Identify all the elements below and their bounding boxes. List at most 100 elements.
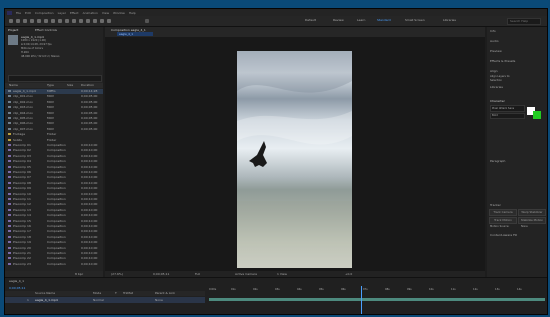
tab-project[interactable]: Project <box>8 27 18 33</box>
list-item[interactable]: Precomp 18 Composition 0;00;10;00 <box>5 235 103 240</box>
list-item[interactable]: Precomp 05 Composition 0;00;10;00 <box>5 165 103 170</box>
list-item[interactable]: Precomp 03 Composition 0;00;10;00 <box>5 154 103 159</box>
rotation-tool-icon[interactable] <box>37 19 41 23</box>
column-source-name[interactable]: Source Name <box>35 291 55 295</box>
list-item[interactable]: Precomp 07 Composition 0;00;10;00 <box>5 175 103 180</box>
font-style-dropdown[interactable]: Bold <box>490 113 525 119</box>
list-item[interactable]: Precomp 12 Composition 0;00;10;00 <box>5 202 103 207</box>
pan-behind-tool-icon[interactable] <box>51 19 55 23</box>
mask-tool-icon[interactable] <box>58 19 62 23</box>
resolution-dropdown[interactable]: Full <box>195 272 200 276</box>
list-item[interactable]: Precomp 19 Composition 0;00;10;00 <box>5 240 103 245</box>
list-item[interactable]: eagle_4_1.mp4 MPEG 0;00;14;28 <box>5 89 103 94</box>
content-aware-fill-section-title[interactable]: Content-Aware Fill <box>490 233 517 237</box>
column-mode[interactable]: Mode <box>93 291 101 295</box>
menu-layer[interactable]: Layer <box>58 11 66 15</box>
time-ruler[interactable]: 0:00s 01s 02s 03s 04s 05s 06s 07s 08s 09s 10s 11s 12… <box>209 288 545 293</box>
column-type[interactable]: Type <box>47 83 54 87</box>
views-dropdown[interactable]: 1 View <box>277 272 287 276</box>
camera-dropdown[interactable]: Active Camera <box>235 272 257 276</box>
pen-tool-icon[interactable] <box>65 19 69 23</box>
align-section-title[interactable]: Align <box>490 69 498 73</box>
list-item[interactable]: clip_007.mov MOV 0;00;05;00 <box>5 127 103 132</box>
search-help-input[interactable]: Search Help <box>507 18 541 25</box>
list-item[interactable]: Precomp 06 Composition 0;00;10;00 <box>5 170 103 175</box>
list-item[interactable]: clip_001.mov MOV 0;00;05;00 <box>5 94 103 99</box>
menu-composition[interactable]: Composition <box>35 11 54 15</box>
roto-brush-tool-icon[interactable] <box>100 19 104 23</box>
list-item[interactable]: Precomp 23 Composition 0;00;10;00 <box>5 262 103 267</box>
bit-depth-button[interactable]: 8 bpc <box>75 272 83 276</box>
workspace-libraries[interactable]: Libraries <box>443 18 456 23</box>
current-time-display[interactable]: 0;00;05;11 <box>153 272 169 276</box>
menu-edit[interactable]: Edit <box>25 11 31 15</box>
menu-animation[interactable]: Animation <box>83 11 98 15</box>
list-item[interactable]: Precomp 17 Composition 0;00;10;00 <box>5 229 103 234</box>
menu-file[interactable]: File <box>16 11 21 15</box>
hand-tool-icon[interactable] <box>23 19 27 23</box>
list-item[interactable]: Precomp 13 Composition 0;00;10;00 <box>5 208 103 213</box>
layer-mode-dropdown[interactable]: Normal <box>93 298 104 302</box>
menu-effect[interactable]: Effect <box>70 11 79 15</box>
home-icon[interactable] <box>9 19 13 23</box>
eraser-tool-icon[interactable] <box>93 19 97 23</box>
tab-timeline[interactable]: eagle_4_1 <box>9 278 24 284</box>
list-item[interactable]: Precomp 04 Composition 0;00;10;00 <box>5 159 103 164</box>
timeline-current-time[interactable]: 0;00;05;11 <box>9 286 25 290</box>
list-item[interactable]: Footage Folder <box>5 132 103 137</box>
info-section-title[interactable]: Info <box>490 29 496 33</box>
brush-tool-icon[interactable] <box>79 19 83 23</box>
list-item[interactable]: Precomp 20 Composition 0;00;10;00 <box>5 246 103 251</box>
zoom-tool-icon[interactable] <box>30 19 34 23</box>
column-t[interactable]: T <box>115 291 117 295</box>
list-item[interactable]: Precomp 09 Composition 0;00;10;00 <box>5 186 103 191</box>
preview-section-title[interactable]: Preview <box>490 49 502 53</box>
project-search-input[interactable] <box>8 75 102 82</box>
warp-stabilizer-button[interactable]: Warp Stabilizer <box>518 209 546 216</box>
column-name[interactable]: Name <box>9 83 18 87</box>
workspace-learn[interactable]: Learn <box>357 18 365 23</box>
playhead[interactable] <box>361 286 362 314</box>
track-camera-button[interactable]: Track Camera <box>489 209 517 216</box>
clone-tool-icon[interactable] <box>86 19 90 23</box>
column-duration[interactable]: Duration <box>81 83 94 87</box>
workspace-small-screen[interactable]: Small Screen <box>405 18 425 23</box>
column-size[interactable]: Size <box>67 83 73 87</box>
libraries-section-title[interactable]: Libraries <box>490 85 503 89</box>
selection-tool-icon[interactable] <box>16 19 20 23</box>
column-trkmat[interactable]: TrkMat <box>123 291 133 295</box>
column-parent-link[interactable]: Parent & Link <box>155 291 175 295</box>
puppet-tool-icon[interactable] <box>107 19 111 23</box>
list-item[interactable]: Precomp 16 Composition 0;00;10;00 <box>5 224 103 229</box>
list-item[interactable]: clip_004.mov MOV 0;00;05;00 <box>5 111 103 116</box>
list-item[interactable]: clip_003.mov MOV 0;00;05;00 <box>5 105 103 110</box>
snapping-icon[interactable] <box>145 19 149 23</box>
list-item[interactable]: Precomp 02 Composition 0;00;10;00 <box>5 148 103 153</box>
audio-section-title[interactable]: Audio <box>490 39 499 43</box>
menu-help[interactable]: Help <box>129 11 136 15</box>
motion-source-dropdown[interactable]: None <box>521 225 528 229</box>
list-item[interactable]: Precomp 22 Composition 0;00;10;00 <box>5 256 103 261</box>
camera-tool-icon[interactable] <box>44 19 48 23</box>
stabilize-motion-button[interactable]: Stabilize Motion <box>518 217 546 224</box>
character-section-title[interactable]: Character <box>490 99 505 103</box>
list-item[interactable]: Precomp 14 Composition 0;00;10;00 <box>5 213 103 218</box>
workspace-default[interactable]: Default <box>305 18 316 23</box>
list-item[interactable]: Solids Folder <box>5 138 103 143</box>
layer-row[interactable]: 1 eagle_4_1.mp4 Normal None <box>5 297 205 303</box>
workspace-standard[interactable]: Standard <box>377 18 391 23</box>
list-item[interactable]: Precomp 08 Composition 0;00;10;00 <box>5 181 103 186</box>
font-family-dropdown[interactable]: Pixel Attack Sans <box>490 105 525 112</box>
comp-breadcrumb[interactable]: eagle_4_1 <box>117 32 153 36</box>
layer-source-name[interactable]: eagle_4_1.mp4 <box>35 298 58 302</box>
workspace-review[interactable]: Review <box>333 18 344 23</box>
effects-presets-section-title[interactable]: Effects & Presets <box>490 59 515 63</box>
menu-view[interactable]: View <box>102 11 109 15</box>
layer-parent-dropdown[interactable]: None <box>155 298 163 302</box>
list-item[interactable]: clip_005.mov MOV 0;00;05;00 <box>5 116 103 121</box>
zoom-dropdown[interactable]: (27.6%) <box>111 272 123 276</box>
layer-duration-bar[interactable] <box>209 298 545 301</box>
menu-window[interactable]: Window <box>113 11 125 15</box>
list-item[interactable]: Precomp 21 Composition 0;00;10;00 <box>5 251 103 256</box>
list-item[interactable]: Precomp 01 Composition 0;00;10;00 <box>5 143 103 148</box>
